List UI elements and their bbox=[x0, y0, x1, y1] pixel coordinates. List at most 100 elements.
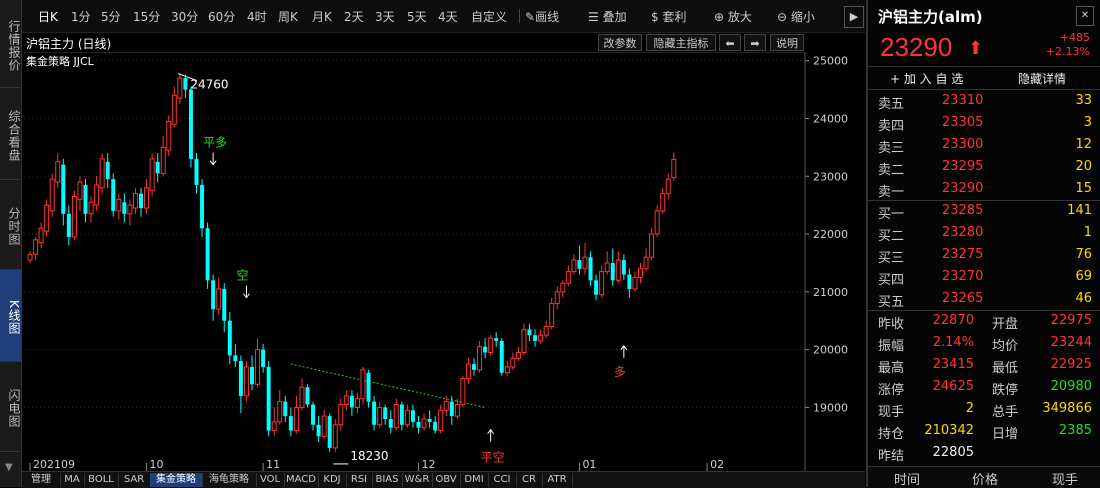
indicator-tab[interactable]: VOL bbox=[256, 473, 285, 487]
column-volume[interactable]: 现手 bbox=[1052, 469, 1078, 488]
ask-volume: 3 bbox=[1083, 115, 1092, 130]
tab-overview[interactable]: 综合看盘 bbox=[0, 88, 21, 180]
scroll-left-button[interactable]: ⬅ bbox=[719, 34, 741, 51]
bid-label: 买二 bbox=[878, 229, 905, 244]
zoom-out-label: 缩小 bbox=[790, 10, 815, 24]
stat-label: 跌停 bbox=[992, 383, 1019, 398]
candle-body-up bbox=[27, 253, 33, 261]
ask-row: 卖三 23300 12 bbox=[868, 135, 1100, 156]
indicator-tab[interactable]: RSI bbox=[346, 473, 373, 487]
zoom-in-button[interactable]: ⊕ 放大 bbox=[714, 8, 752, 25]
candle-body-up bbox=[71, 195, 77, 238]
stat-label: 昨收 bbox=[878, 317, 905, 332]
ask-row: 卖二 23295 20 bbox=[868, 157, 1100, 178]
period-month[interactable]: 月K bbox=[312, 8, 332, 25]
stack-icon: ☰ bbox=[588, 10, 599, 24]
draw-line-button[interactable]: ✎画线 bbox=[525, 8, 559, 25]
arbitrage-button[interactable]: $ 套利 bbox=[651, 8, 686, 25]
help-button[interactable]: 说明 bbox=[770, 34, 804, 51]
indicator-tab[interactable]: MACD bbox=[284, 473, 319, 487]
period-30m[interactable]: 30分 bbox=[171, 8, 198, 25]
close-icon[interactable]: ✕ bbox=[1076, 6, 1094, 26]
zoom-in-icon: ⊕ bbox=[714, 10, 725, 24]
tab-kline[interactable]: K线图 bbox=[0, 270, 21, 362]
indicator-tab[interactable]: ATR bbox=[542, 473, 573, 487]
candle-body-down bbox=[111, 179, 116, 211]
candle-body-up bbox=[177, 77, 183, 99]
signal-label: 多 bbox=[614, 365, 626, 379]
zoom-out-button[interactable]: ⊖ 缩小 bbox=[777, 8, 815, 25]
stat-value: 22870 bbox=[932, 313, 974, 328]
overlay-button[interactable]: ☰ 叠加 bbox=[588, 8, 627, 25]
candle-body-down bbox=[155, 161, 160, 174]
candle-body-up bbox=[604, 262, 610, 273]
candle-body-up bbox=[665, 178, 671, 195]
last-price: 23290 bbox=[880, 32, 953, 62]
indicator-tab[interactable]: BIAS bbox=[372, 473, 403, 487]
x-tick-label: 10 bbox=[150, 458, 164, 471]
column-time[interactable]: 时间 bbox=[894, 469, 920, 488]
y-tick-label: 23000 bbox=[813, 170, 848, 183]
stat-value: 210342 bbox=[924, 423, 974, 438]
stat-row: 昨结 22805 bbox=[868, 443, 1100, 464]
price-change: +485 +2.13% bbox=[1046, 31, 1090, 59]
indicator-tab[interactable]: 海龟策略 bbox=[202, 473, 257, 487]
indicator-tab[interactable]: OBV bbox=[432, 473, 461, 487]
candle-body-up bbox=[571, 259, 577, 273]
ask-row: 卖四 23305 3 bbox=[868, 113, 1100, 134]
hide-main-indicator-button[interactable]: 隐藏主指标 bbox=[646, 34, 716, 51]
period-3d[interactable]: 3天 bbox=[375, 8, 395, 25]
stat-row: 涨停 24625 跌停 20980 bbox=[868, 377, 1100, 398]
ask-label: 卖三 bbox=[878, 141, 905, 156]
ask-volume: 33 bbox=[1075, 93, 1092, 108]
period-1m[interactable]: 1分 bbox=[71, 8, 91, 25]
candlestick-chart[interactable]: 19000 20000 21000 22000 23000 24000 25000 20210… bbox=[22, 52, 865, 471]
chevron-right-icon[interactable]: ▶ bbox=[844, 6, 864, 28]
period-custom[interactable]: 自定义 bbox=[471, 8, 507, 25]
hide-detail-button[interactable]: 隐藏详情 bbox=[1018, 70, 1066, 87]
indicator-tab[interactable]: MA bbox=[60, 473, 85, 487]
period-5m[interactable]: 5分 bbox=[101, 8, 121, 25]
candle-body-down bbox=[250, 366, 254, 385]
collapse-arrow-icon[interactable]: ▼ bbox=[5, 462, 13, 473]
bid-price: 23285 bbox=[942, 203, 984, 218]
indicator-tab[interactable]: CCI bbox=[488, 473, 517, 487]
indicator-tab[interactable]: 集金策略 bbox=[150, 473, 203, 487]
stat-label: 总手 bbox=[992, 405, 1019, 420]
period-4d[interactable]: 4天 bbox=[438, 8, 458, 25]
indicator-tab[interactable]: CR bbox=[516, 473, 543, 487]
indicator-tab[interactable]: 管理 bbox=[22, 473, 61, 487]
period-2d[interactable]: 2天 bbox=[344, 8, 364, 25]
ask-label: 卖一 bbox=[878, 185, 905, 200]
candle-body-down bbox=[188, 89, 193, 159]
stat-value: 2385 bbox=[1058, 423, 1092, 438]
add-favorite-button[interactable]: + 加 入 自 选 bbox=[890, 70, 963, 87]
scroll-right-button[interactable]: ➡ bbox=[744, 34, 766, 51]
period-day[interactable]: 日K bbox=[38, 8, 58, 25]
period-60m[interactable]: 60分 bbox=[208, 8, 235, 25]
indicator-tab[interactable]: BOLL bbox=[84, 473, 119, 487]
candle-body-up bbox=[321, 415, 327, 437]
period-4h[interactable]: 4时 bbox=[247, 8, 267, 25]
candle-body-down bbox=[283, 401, 288, 417]
tab-quote[interactable]: 行情报价 bbox=[0, 0, 21, 88]
bid-row: 买二 23280 1 bbox=[868, 223, 1100, 244]
period-15m[interactable]: 15分 bbox=[133, 8, 160, 25]
period-week[interactable]: 周K bbox=[278, 8, 298, 25]
indicator-tab[interactable]: W&R bbox=[402, 473, 433, 487]
candle-body-up bbox=[565, 271, 571, 284]
y-tick-label: 24000 bbox=[813, 112, 848, 125]
column-price[interactable]: 价格 bbox=[972, 469, 998, 488]
bid-price: 23270 bbox=[942, 269, 984, 284]
stat-value: 23415 bbox=[932, 357, 974, 372]
ask-label: 卖四 bbox=[878, 119, 905, 134]
indicator-tab[interactable]: DMI bbox=[460, 473, 489, 487]
edit-params-button[interactable]: 改参数 bbox=[598, 34, 642, 51]
tab-flash[interactable]: 闪电图 bbox=[0, 362, 21, 452]
y-tick-label: 20000 bbox=[813, 344, 848, 357]
tab-timeshare[interactable]: 分时图 bbox=[0, 180, 21, 270]
indicator-tab[interactable]: KDJ bbox=[318, 473, 347, 487]
period-5d[interactable]: 5天 bbox=[407, 8, 427, 25]
bid-price: 23265 bbox=[942, 291, 984, 306]
indicator-tab[interactable]: SAR bbox=[118, 473, 151, 487]
